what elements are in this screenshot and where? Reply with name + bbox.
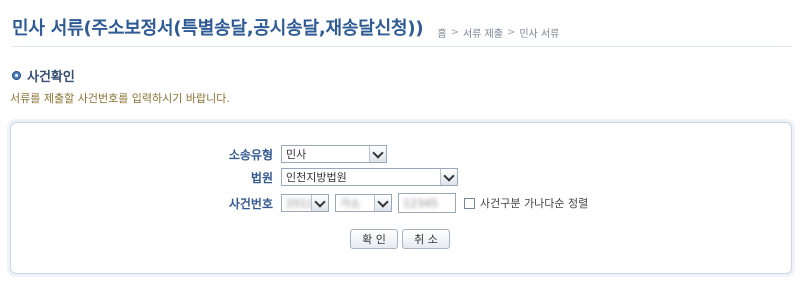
case-type-label: 소송유형 [228, 147, 273, 162]
section-title: 사건확인 [12, 66, 75, 85]
breadcrumb-separator: > [450, 27, 459, 38]
instruction-text: 서류를 제출할 사건번호를 입력하시기 바랍니다. [10, 92, 230, 105]
case-type-row: 소송유형 민사 [213, 145, 387, 163]
button-row: 확 인 취 소 [350, 229, 450, 249]
case-type-select[interactable]: 민사 [281, 145, 387, 163]
chevron-down-icon[interactable] [374, 195, 391, 211]
breadcrumb-home[interactable]: 홈 [437, 25, 446, 40]
case-number-label: 사건번호 [228, 196, 273, 211]
page-title: 민사 서류(주소보정서(특별송달,공시송달,재송달신청)) [12, 18, 424, 39]
page-header: 민사 서류(주소보정서(특별송달,공시송달,재송달신청)) 홈 > 서류 제출 … [12, 10, 792, 47]
case-search-panel: 소송유형 민사 법원 인천지방법원 사건번호 2012 가소 12345 사건구… [10, 122, 792, 274]
breadcrumb-submit[interactable]: 서류 제출 [463, 25, 503, 40]
bullet-icon [12, 71, 21, 80]
case-year-select[interactable]: 2012 [281, 194, 329, 212]
sort-checkbox-label[interactable]: 사건구분 가나다순 정렬 [480, 195, 588, 211]
case-number-value: 12345 [403, 196, 438, 210]
case-year-value: 2012 [286, 196, 314, 210]
breadcrumb-current: 민사 서류 [519, 29, 560, 40]
case-number-input[interactable]: 12345 [398, 193, 456, 213]
chevron-down-icon[interactable] [311, 195, 328, 211]
case-type-value: 민사 [286, 148, 307, 161]
court-value: 인천지방법원 [286, 171, 347, 184]
case-number-row: 사건번호 2012 가소 12345 사건구분 가나다순 정렬 [213, 193, 588, 213]
section-title-text: 사건확인 [27, 70, 75, 85]
chevron-down-icon[interactable] [440, 169, 457, 185]
cancel-button[interactable]: 취 소 [402, 229, 450, 249]
confirm-button[interactable]: 확 인 [350, 229, 398, 249]
chevron-down-icon[interactable] [369, 146, 386, 162]
breadcrumb: 홈 > 서류 제출 > 민사 서류 [437, 25, 559, 40]
court-select[interactable]: 인천지방법원 [281, 168, 458, 186]
breadcrumb-separator: > [506, 27, 516, 38]
court-label: 법원 [250, 170, 273, 185]
court-row: 법원 인천지방법원 [213, 168, 458, 186]
case-kind-select[interactable]: 가소 [335, 194, 392, 212]
case-kind-value: 가소 [340, 197, 361, 210]
sort-checkbox[interactable] [464, 197, 475, 209]
